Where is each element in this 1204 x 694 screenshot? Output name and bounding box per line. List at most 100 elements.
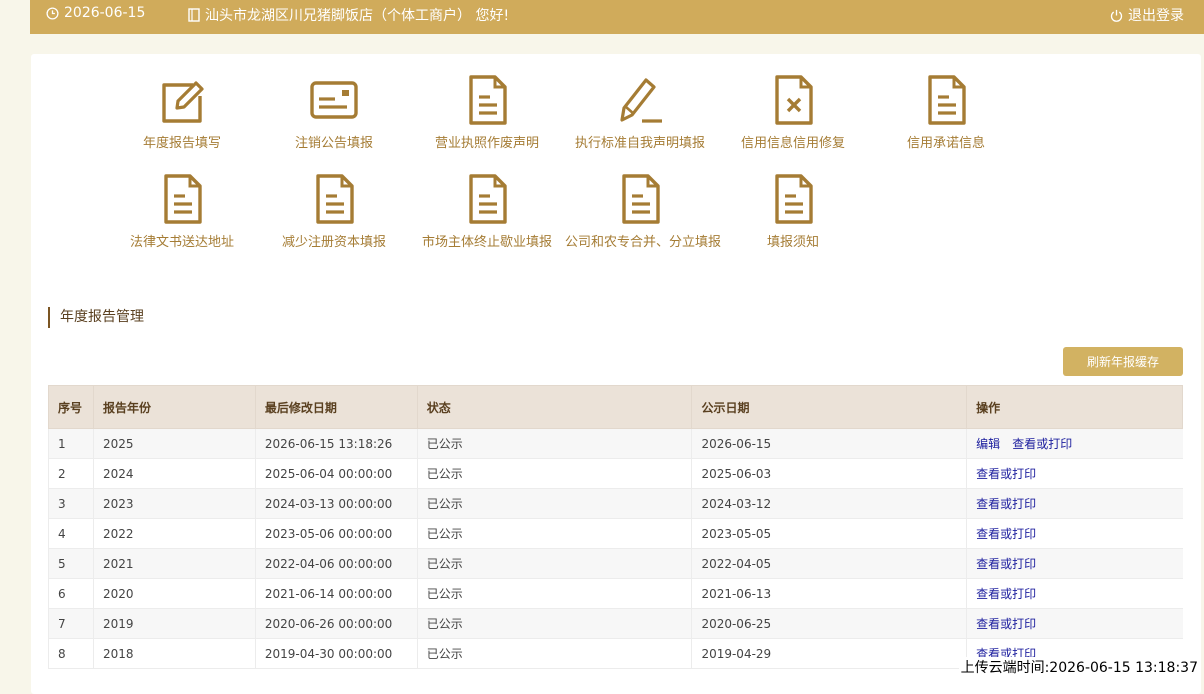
cell-published: 2022-04-05 (691, 548, 967, 579)
view-print-link[interactable]: 查看或打印 (1012, 437, 1072, 451)
top-bar: 2026-06-15 汕头市龙湖区川兄猪脚饭店（个体工商户） 您好! 退出登录 (30, 0, 1204, 34)
cell-actions: 查看或打印 (966, 488, 1183, 519)
menu-credit-repair[interactable]: 信用信息信用修复 (718, 74, 868, 151)
menu-filing-notice[interactable]: 填报须知 (718, 173, 868, 250)
menu-label: 公司和农专合并、分立填报 (565, 235, 722, 250)
date-text: 2026-06-15 (64, 5, 146, 21)
cell-year: 2020 (92, 578, 256, 609)
cell-no: 2 (48, 458, 94, 489)
view-print-link[interactable]: 查看或打印 (976, 527, 1036, 541)
menu-label: 减少注册资本填报 (281, 235, 386, 250)
menu-legal-address[interactable]: 法律文书送达地址 (107, 173, 257, 250)
cell-actions: 查看或打印 (966, 608, 1183, 639)
menu-license-void[interactable]: 营业执照作废声明 (412, 74, 562, 151)
column-header: 报告年份 (92, 385, 256, 429)
document-x-icon (768, 74, 818, 126)
cell-status: 已公示 (416, 428, 692, 459)
cell-year: 2021 (92, 548, 256, 579)
cell-year: 2025 (92, 428, 256, 459)
table-row: 7 2019 2020-06-26 00:00:00 已公示 2020-06-2… (48, 608, 1183, 639)
document-icon (615, 173, 665, 225)
menu-business-suspension[interactable]: 市场主体终止歇业填报 (412, 173, 562, 250)
column-header: 最后修改日期 (254, 385, 418, 429)
cell-modified: 2024-03-13 00:00:00 (254, 488, 418, 519)
menu-label: 营业执照作废声明 (434, 136, 539, 151)
document-icon (921, 74, 971, 126)
menu-label: 市场主体终止歇业填报 (421, 235, 552, 250)
cell-status: 已公示 (416, 578, 692, 609)
cell-no: 5 (48, 548, 94, 579)
cell-modified: 2023-05-06 00:00:00 (254, 518, 418, 549)
menu-annual-report[interactable]: 年度报告填写 (107, 74, 257, 151)
column-header: 公示日期 (691, 385, 968, 429)
menu-label: 法律文书送达地址 (129, 235, 234, 250)
cell-year: 2024 (92, 458, 256, 489)
power-icon (1110, 9, 1123, 22)
cell-year: 2019 (92, 608, 256, 639)
shop-greeting: 汕头市龙湖区川兄猪脚饭店（个体工商户） 您好! (188, 5, 509, 25)
edit-link[interactable]: 编辑 (976, 437, 1000, 451)
annual-report-table: 序号 报告年份 最后修改日期 状态 公示日期 操作 1 2025 2026-06… (48, 385, 1183, 669)
cell-no: 3 (48, 488, 94, 519)
menu-credit-commitment[interactable]: 信用承诺信息 (871, 74, 1021, 151)
table-row: 4 2022 2023-05-06 00:00:00 已公示 2023-05-0… (48, 518, 1183, 549)
table-row: 6 2020 2021-06-14 00:00:00 已公示 2021-06-1… (48, 578, 1183, 609)
column-header: 序号 (48, 385, 94, 429)
cell-status: 已公示 (416, 638, 692, 669)
view-print-link[interactable]: 查看或打印 (976, 467, 1036, 481)
cell-actions: 查看或打印 (966, 548, 1183, 579)
cell-modified: 2026-06-15 13:18:26 (254, 428, 418, 459)
cell-modified: 2019-04-30 00:00:00 (254, 638, 418, 669)
cell-status: 已公示 (416, 458, 692, 489)
cell-year: 2023 (92, 488, 256, 519)
cell-published: 2026-06-15 (691, 428, 967, 459)
view-print-link[interactable]: 查看或打印 (976, 617, 1036, 631)
document-icon (768, 173, 818, 225)
pen-icon (615, 74, 665, 126)
cell-actions: 查看或打印 (966, 518, 1183, 549)
view-print-link[interactable]: 查看或打印 (976, 557, 1036, 571)
cell-no: 8 (48, 638, 94, 669)
menu-label: 年度报告填写 (142, 136, 221, 151)
table-header-row: 序号 报告年份 最后修改日期 状态 公示日期 操作 (48, 385, 1183, 429)
cell-actions: 查看或打印 (966, 578, 1183, 609)
logout-button[interactable]: 退出登录 (1110, 5, 1184, 25)
shop-name: 汕头市龙湖区川兄猪脚饭店（个体工商户） 您好! (205, 8, 510, 24)
edit-icon (157, 74, 207, 126)
cell-published: 2021-06-13 (691, 578, 967, 609)
cell-no: 4 (48, 518, 94, 549)
logout-label: 退出登录 (1128, 8, 1184, 24)
menu-cancellation-notice[interactable]: 注销公告填报 (259, 74, 409, 151)
card-icon (309, 74, 359, 126)
table-row: 3 2023 2024-03-13 00:00:00 已公示 2024-03-1… (48, 488, 1183, 519)
date-display: 2026-06-15 (46, 5, 145, 21)
table-row: 2 2024 2025-06-04 00:00:00 已公示 2025-06-0… (48, 458, 1183, 489)
menu-merger-split[interactable]: 公司和农专合并、分立填报 (565, 173, 722, 250)
view-print-link[interactable]: 查看或打印 (976, 587, 1036, 601)
cell-actions: 查看或打印 (966, 458, 1183, 489)
cell-year: 2022 (92, 518, 256, 549)
cell-modified: 2020-06-26 00:00:00 (254, 608, 418, 639)
view-print-link[interactable]: 查看或打印 (976, 497, 1036, 511)
document-icon (462, 173, 512, 225)
refresh-cache-button[interactable]: 刷新年报缓存 (1063, 347, 1183, 376)
table-row: 5 2021 2022-04-06 00:00:00 已公示 2022-04-0… (48, 548, 1183, 579)
book-icon (188, 8, 200, 22)
column-header: 状态 (416, 385, 693, 429)
cell-published: 2025-06-03 (691, 458, 967, 489)
cell-modified: 2021-06-14 00:00:00 (254, 578, 418, 609)
menu-label: 信用信息信用修复 (740, 136, 845, 151)
cell-actions: 编辑 查看或打印 (966, 428, 1183, 459)
cell-status: 已公示 (416, 488, 692, 519)
menu-label: 信用承诺信息 (906, 136, 985, 151)
cell-no: 1 (48, 428, 94, 459)
section-title: 年度报告管理 (48, 307, 144, 328)
cell-no: 7 (48, 608, 94, 639)
cell-published: 2019-04-29 (691, 638, 967, 669)
menu-capital-reduction[interactable]: 减少注册资本填报 (259, 173, 409, 250)
menu-standard-declaration[interactable]: 执行标准自我声明填报 (565, 74, 715, 151)
cell-published: 2023-05-05 (691, 518, 967, 549)
document-icon (157, 173, 207, 225)
upload-time: 上传云端时间:2026-06-15 13:18:37 (958, 657, 1198, 677)
table-row: 1 2025 2026-06-15 13:18:26 已公示 2026-06-1… (48, 428, 1183, 459)
